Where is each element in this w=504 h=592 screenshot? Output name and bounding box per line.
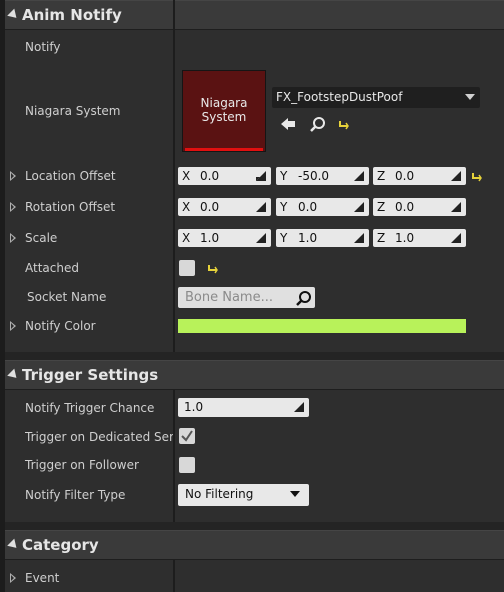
axis-z-label: Z: [377, 169, 386, 183]
panel-left-edge: [0, 0, 5, 592]
trigger-follower-label: Trigger on Follower: [25, 458, 139, 472]
rotation-y-field[interactable]: Y 0.0: [276, 198, 369, 216]
drag-handle-icon[interactable]: [256, 233, 266, 243]
expand-arrow-icon[interactable]: [10, 233, 16, 243]
location-x-field[interactable]: X 0.0: [178, 167, 271, 185]
scale-y-value: 1.0: [298, 231, 318, 245]
niagara-system-thumbnail[interactable]: Niagara System: [182, 70, 266, 152]
drag-handle-icon[interactable]: [354, 233, 364, 243]
location-z-field[interactable]: Z 0.0: [373, 167, 466, 185]
axis-z-label: Z: [377, 231, 386, 245]
drag-handle-icon[interactable]: [256, 202, 266, 212]
trigger-chance-label: Notify Trigger Chance: [25, 401, 155, 415]
scale-y-field[interactable]: Y 1.0: [276, 229, 369, 247]
reset-to-default-icon[interactable]: [207, 262, 219, 274]
checkmark-icon: [181, 430, 193, 442]
chevron-down-icon: [465, 94, 475, 100]
location-offset-label: Location Offset: [25, 169, 116, 183]
attached-label: Attached: [25, 261, 79, 275]
section-title: Anim Notify: [22, 6, 122, 24]
use-selected-arrow-icon[interactable]: [280, 117, 296, 131]
location-x-value: 0.0: [200, 169, 220, 183]
rotation-z-value: 0.0: [395, 200, 415, 214]
notify-color-swatch[interactable]: [178, 319, 466, 333]
notify-filter-type-label: Notify Filter Type: [25, 488, 126, 502]
expand-arrow-icon[interactable]: [10, 573, 16, 583]
collapse-arrow-icon: [7, 538, 20, 552]
axis-z-label: Z: [377, 200, 386, 214]
scale-z-field[interactable]: Z 1.0: [373, 229, 466, 247]
drag-handle-icon[interactable]: [451, 171, 461, 181]
thumbnail-text-line1: Niagara: [200, 96, 248, 110]
socket-name-placeholder: Bone Name...: [185, 290, 273, 305]
niagara-asset-value: FX_FootstepDustPoof: [276, 90, 403, 104]
axis-x-label: X: [182, 169, 191, 183]
collapse-arrow-icon: [7, 8, 20, 22]
section-header-trigger-settings[interactable]: Trigger Settings: [5, 360, 504, 390]
drag-handle-icon[interactable]: [354, 202, 364, 212]
trigger-dedicated-server-checkbox[interactable]: [179, 428, 195, 444]
drag-handle-icon[interactable]: [354, 171, 364, 181]
reset-to-default-icon[interactable]: [338, 118, 350, 130]
rotation-x-value: 0.0: [200, 200, 220, 214]
trigger-chance-value: 1.0: [184, 400, 204, 414]
niagara-system-label: Niagara System: [25, 104, 121, 118]
section-header-category[interactable]: Category: [5, 530, 504, 560]
drag-handle-icon[interactable]: [256, 171, 266, 181]
reset-to-default-icon[interactable]: [471, 170, 483, 182]
drag-handle-icon[interactable]: [451, 202, 461, 212]
section-gap: [5, 522, 504, 530]
section-gap: [5, 352, 504, 360]
rotation-offset-label: Rotation Offset: [25, 200, 116, 214]
notify-label: Notify: [25, 40, 61, 54]
socket-name-search[interactable]: Bone Name...: [178, 287, 315, 308]
axis-y-label: Y: [280, 231, 288, 245]
section-title: Trigger Settings: [22, 366, 159, 384]
collapse-arrow-icon: [7, 368, 20, 382]
niagara-asset-dropdown[interactable]: FX_FootstepDustPoof: [272, 87, 480, 108]
browse-search-icon[interactable]: [310, 116, 326, 132]
expand-arrow-icon[interactable]: [10, 171, 16, 181]
column-splitter[interactable]: [173, 0, 175, 592]
scale-label: Scale: [25, 231, 58, 245]
thumbnail-text-line2: System: [201, 110, 247, 124]
notify-color-label: Notify Color: [25, 319, 96, 333]
location-z-value: 0.0: [395, 169, 415, 183]
scale-x-value: 1.0: [200, 231, 220, 245]
axis-x-label: X: [182, 231, 191, 245]
expand-arrow-icon[interactable]: [10, 321, 16, 331]
drag-handle-icon[interactable]: [294, 402, 304, 412]
rotation-y-value: 0.0: [298, 200, 318, 214]
axis-x-label: X: [182, 200, 191, 214]
axis-y-label: Y: [280, 169, 288, 183]
location-y-field[interactable]: Y -50.0: [276, 167, 369, 185]
chevron-down-icon: [290, 491, 300, 497]
section-header-anim-notify[interactable]: Anim Notify: [5, 0, 504, 30]
rotation-x-field[interactable]: X 0.0: [178, 198, 271, 216]
socket-name-label: Socket Name: [27, 290, 107, 304]
search-icon: [296, 291, 311, 306]
location-y-value: -50.0: [298, 169, 330, 183]
notify-filter-type-value: No Filtering: [185, 487, 254, 501]
thumbnail-text: Niagara System: [183, 96, 265, 124]
rotation-z-field[interactable]: Z 0.0: [373, 198, 466, 216]
expand-arrow-icon[interactable]: [10, 202, 16, 212]
notify-filter-type-dropdown[interactable]: No Filtering: [178, 484, 309, 506]
scale-z-value: 1.0: [395, 231, 415, 245]
trigger-dedicated-server-label: Trigger on Dedicated Serv: [25, 430, 173, 444]
thumbnail-asset-bar: [185, 148, 263, 151]
trigger-chance-field[interactable]: 1.0: [178, 398, 309, 417]
drag-handle-icon[interactable]: [451, 233, 461, 243]
scale-x-field[interactable]: X 1.0: [178, 229, 271, 247]
attached-checkbox[interactable]: [179, 260, 195, 276]
section-title: Category: [22, 536, 99, 554]
details-panel: Anim Notify Notify Niagara System Niagar…: [0, 0, 504, 592]
trigger-follower-checkbox[interactable]: [179, 457, 195, 473]
axis-y-label: Y: [280, 200, 288, 214]
event-label: Event: [25, 571, 60, 585]
